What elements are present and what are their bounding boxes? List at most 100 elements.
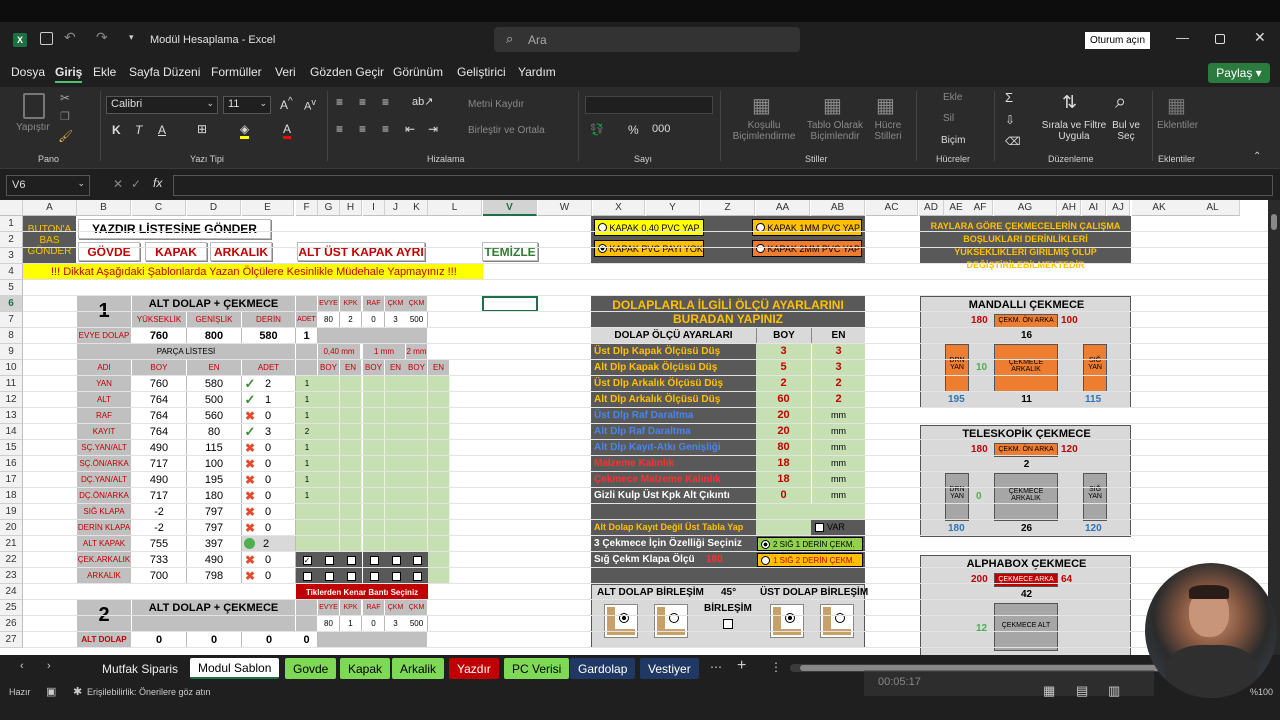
edge-cell[interactable] [363, 472, 385, 488]
edge-cell[interactable] [385, 504, 407, 520]
format-painter-icon[interactable]: 🖌 [58, 129, 73, 143]
row-header[interactable]: 12 [0, 392, 23, 408]
more-sheets-icon[interactable]: ⋯ [710, 660, 722, 674]
row-header[interactable]: 11 [0, 376, 23, 392]
edge-cell[interactable] [318, 504, 340, 520]
edge-cell[interactable] [340, 488, 362, 504]
column-header[interactable]: Y [646, 200, 700, 216]
row-header[interactable]: 16 [0, 456, 23, 472]
edge-cell[interactable] [406, 472, 428, 488]
temizle-button[interactable]: TEMİZLE [482, 242, 538, 261]
arkalik-button[interactable]: ARKALIK [210, 242, 272, 261]
kapak-button[interactable]: KAPAK [145, 242, 207, 261]
edge-cell[interactable] [318, 488, 340, 504]
edge-cell[interactable] [428, 424, 450, 440]
column-header[interactable]: W [538, 200, 592, 216]
formula-input[interactable] [173, 175, 1273, 196]
fill-icon[interactable]: ⇩ [1005, 113, 1015, 127]
kapak-pvc-payi-yok-option[interactable]: KAPAK PVC PAYI YOK [594, 240, 704, 257]
row-header[interactable]: 2 [0, 232, 23, 248]
edge-cell[interactable] [340, 472, 362, 488]
column-header[interactable]: D [187, 200, 241, 216]
underline-icon[interactable]: A [158, 123, 166, 137]
row-header[interactable]: 13 [0, 408, 23, 424]
menu-veri[interactable]: Veri [275, 65, 296, 79]
page-layout-icon[interactable]: ▤ [1076, 683, 1088, 699]
align-middle-icon[interactable]: ≡ [359, 95, 366, 109]
menu-sayfa-duzeni[interactable]: Sayfa Düzeni [129, 65, 200, 79]
indent-icon[interactable]: ⇤ [405, 122, 415, 136]
edge-cell[interactable] [318, 472, 340, 488]
tab-next-icon[interactable]: › [47, 660, 51, 672]
kenar-checkbox-cell[interactable] [363, 552, 385, 568]
tab-kapak[interactable]: Kapak [340, 658, 391, 679]
row-header[interactable]: 4 [0, 264, 23, 280]
align-right-icon[interactable]: ≡ [382, 122, 389, 136]
edge-cell[interactable] [340, 392, 362, 408]
edge-cell[interactable] [385, 536, 407, 552]
edge-cell[interactable] [428, 504, 450, 520]
checkbox-icon[interactable] [412, 571, 422, 581]
conditional-format-label[interactable]: Koşullu Biçimlendirme [727, 120, 801, 142]
search-box[interactable]: ⌕ Ara [494, 27, 800, 52]
paste-label[interactable]: Yapıştır [16, 122, 50, 133]
column-header[interactable]: AJ [1107, 200, 1130, 216]
kenar-checkbox-cell[interactable] [296, 568, 318, 584]
column-header[interactable]: AK [1132, 200, 1187, 216]
joint-option-1-selected[interactable] [604, 604, 638, 638]
checkbox-icon[interactable] [324, 571, 334, 581]
joint-option-4[interactable] [820, 604, 854, 638]
column-header[interactable]: B [77, 200, 131, 216]
setting-en[interactable]: mm [811, 424, 865, 440]
edge-cell[interactable] [340, 376, 362, 392]
setting-en[interactable]: 3 [811, 344, 865, 360]
autosum-icon[interactable]: Σ [1005, 90, 1013, 105]
name-box[interactable]: V6 ⌄ [6, 175, 90, 196]
menu-ekle[interactable]: Ekle [93, 65, 116, 79]
tab-arkalik[interactable]: Arkalik [392, 658, 445, 679]
addins-label[interactable]: Eklentiler [1157, 120, 1198, 131]
setting-boy[interactable]: 5 [756, 360, 811, 376]
edge-cell[interactable] [318, 392, 340, 408]
add-sheet-icon[interactable]: + [737, 657, 746, 675]
tab-yazdir[interactable]: Yazdır [449, 658, 499, 679]
edge-cell[interactable] [363, 440, 385, 456]
clear-icon[interactable]: ⌫ [1005, 135, 1021, 148]
kenar-checkbox-cell[interactable]: ✓ [296, 552, 318, 568]
edge-cell[interactable] [363, 408, 385, 424]
edge-cell[interactable] [406, 520, 428, 536]
row-header[interactable]: 27 [0, 632, 23, 648]
menu-dosya[interactable]: Dosya [11, 65, 45, 79]
delete-cells-button[interactable]: Sil [943, 113, 954, 124]
row-header[interactable]: 20 [0, 520, 23, 536]
tab-modul-sablon[interactable]: Modul Sablon [190, 658, 280, 679]
edge-cell[interactable] [363, 456, 385, 472]
tab-prev-icon[interactable]: ‹ [20, 660, 24, 672]
edge-cell[interactable] [428, 536, 450, 552]
cut-icon[interactable]: ✂ [60, 91, 70, 105]
setting-en[interactable]: 2 [811, 376, 865, 392]
menu-giris[interactable]: Giriş [55, 65, 83, 83]
tab-vestiyer[interactable]: Vestiyer [640, 658, 699, 679]
edge-cell[interactable] [318, 456, 340, 472]
joint-option-3-selected[interactable] [770, 604, 804, 638]
row-header[interactable]: 18 [0, 488, 23, 504]
shrink-font-icon[interactable]: Av [304, 97, 316, 113]
alt-ust-kapak-ayri-button[interactable]: ALT ÜST KAPAK AYRI [297, 242, 425, 261]
row-header[interactable]: 22 [0, 552, 23, 568]
edge-cell[interactable] [363, 488, 385, 504]
row-header[interactable]: 26 [0, 616, 23, 632]
column-header[interactable]: AE [944, 200, 969, 216]
worksheet-grid[interactable]: A B C D E F G H I J K L V W X Y Z AA AB AC AD AE AF AG AH AI AJ AK A… [0, 200, 1268, 655]
setting-en[interactable]: mm [811, 472, 865, 488]
signin-button[interactable]: Oturum açın [1085, 32, 1151, 49]
birlesim-45-checkbox[interactable] [723, 619, 733, 629]
row-header[interactable]: 5 [0, 280, 23, 296]
column-header[interactable]: I [363, 200, 385, 216]
format-table-label[interactable]: Tablo Olarak Biçimlendir [803, 120, 867, 142]
column-header[interactable]: X [593, 200, 645, 216]
column-header[interactable]: H [340, 200, 362, 216]
align-top-icon[interactable]: ≡ [336, 95, 343, 109]
font-select[interactable]: Calibri ⌄ [106, 96, 218, 114]
restore-icon[interactable] [1215, 34, 1225, 44]
